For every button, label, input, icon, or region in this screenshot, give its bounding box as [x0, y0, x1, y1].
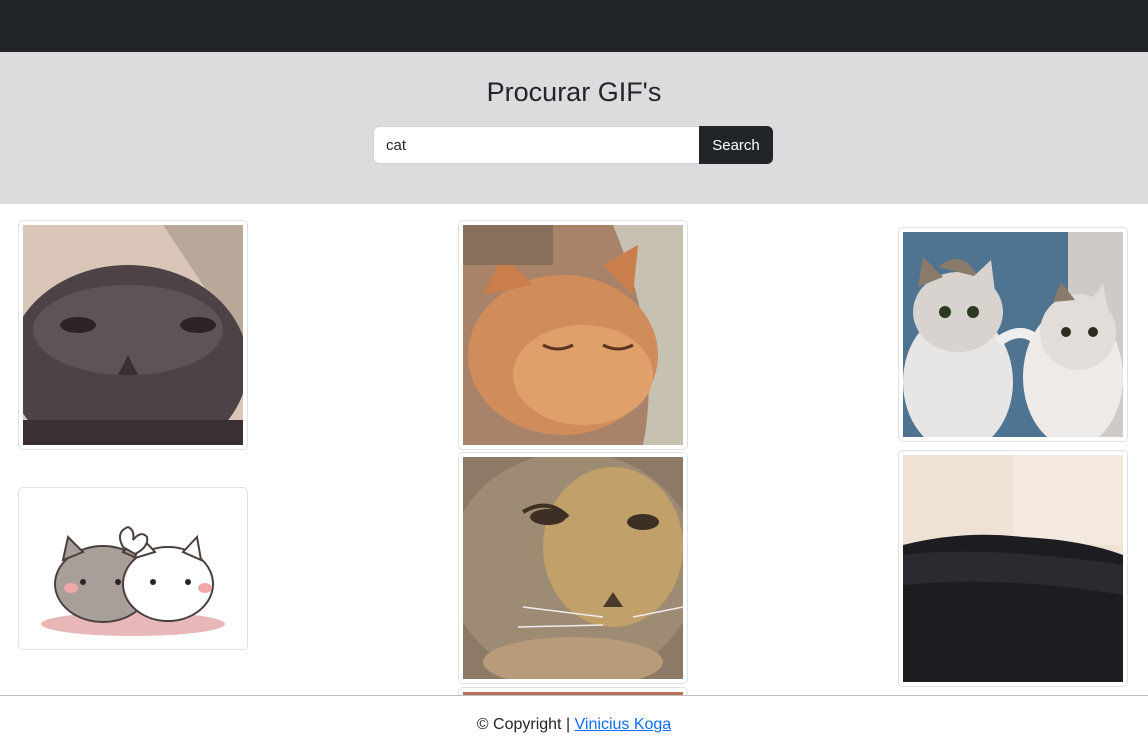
gif-image-gray-cat [23, 225, 243, 445]
gif-card[interactable] [18, 487, 248, 650]
copyright-text: © Copyright | [476, 716, 571, 733]
gif-image-two-cats [903, 232, 1123, 437]
search-header: Procurar GIF's Search [0, 52, 1148, 204]
gif-card[interactable] [898, 450, 1128, 687]
top-navbar [0, 0, 1148, 52]
footer: © Copyright | Vinicius Koga [0, 695, 1148, 753]
copyright-line: © Copyright | Vinicius Koga [0, 716, 1148, 734]
gif-card[interactable] [458, 452, 688, 684]
gif-image-tabby-cat [463, 457, 683, 679]
gif-card[interactable] [458, 220, 688, 450]
gif-image-orange-cat [463, 225, 683, 445]
author-link[interactable]: Vinicius Koga [575, 716, 672, 733]
search-button[interactable]: Search [699, 126, 773, 164]
gif-card[interactable] [898, 227, 1128, 442]
search-form: Search [373, 126, 773, 164]
gif-image-dark-cat [903, 455, 1123, 682]
page-title: Procurar GIF's [486, 77, 662, 107]
search-input[interactable] [373, 126, 699, 164]
gif-card[interactable] [18, 220, 248, 450]
gif-image-cartoon-cats [23, 492, 243, 645]
